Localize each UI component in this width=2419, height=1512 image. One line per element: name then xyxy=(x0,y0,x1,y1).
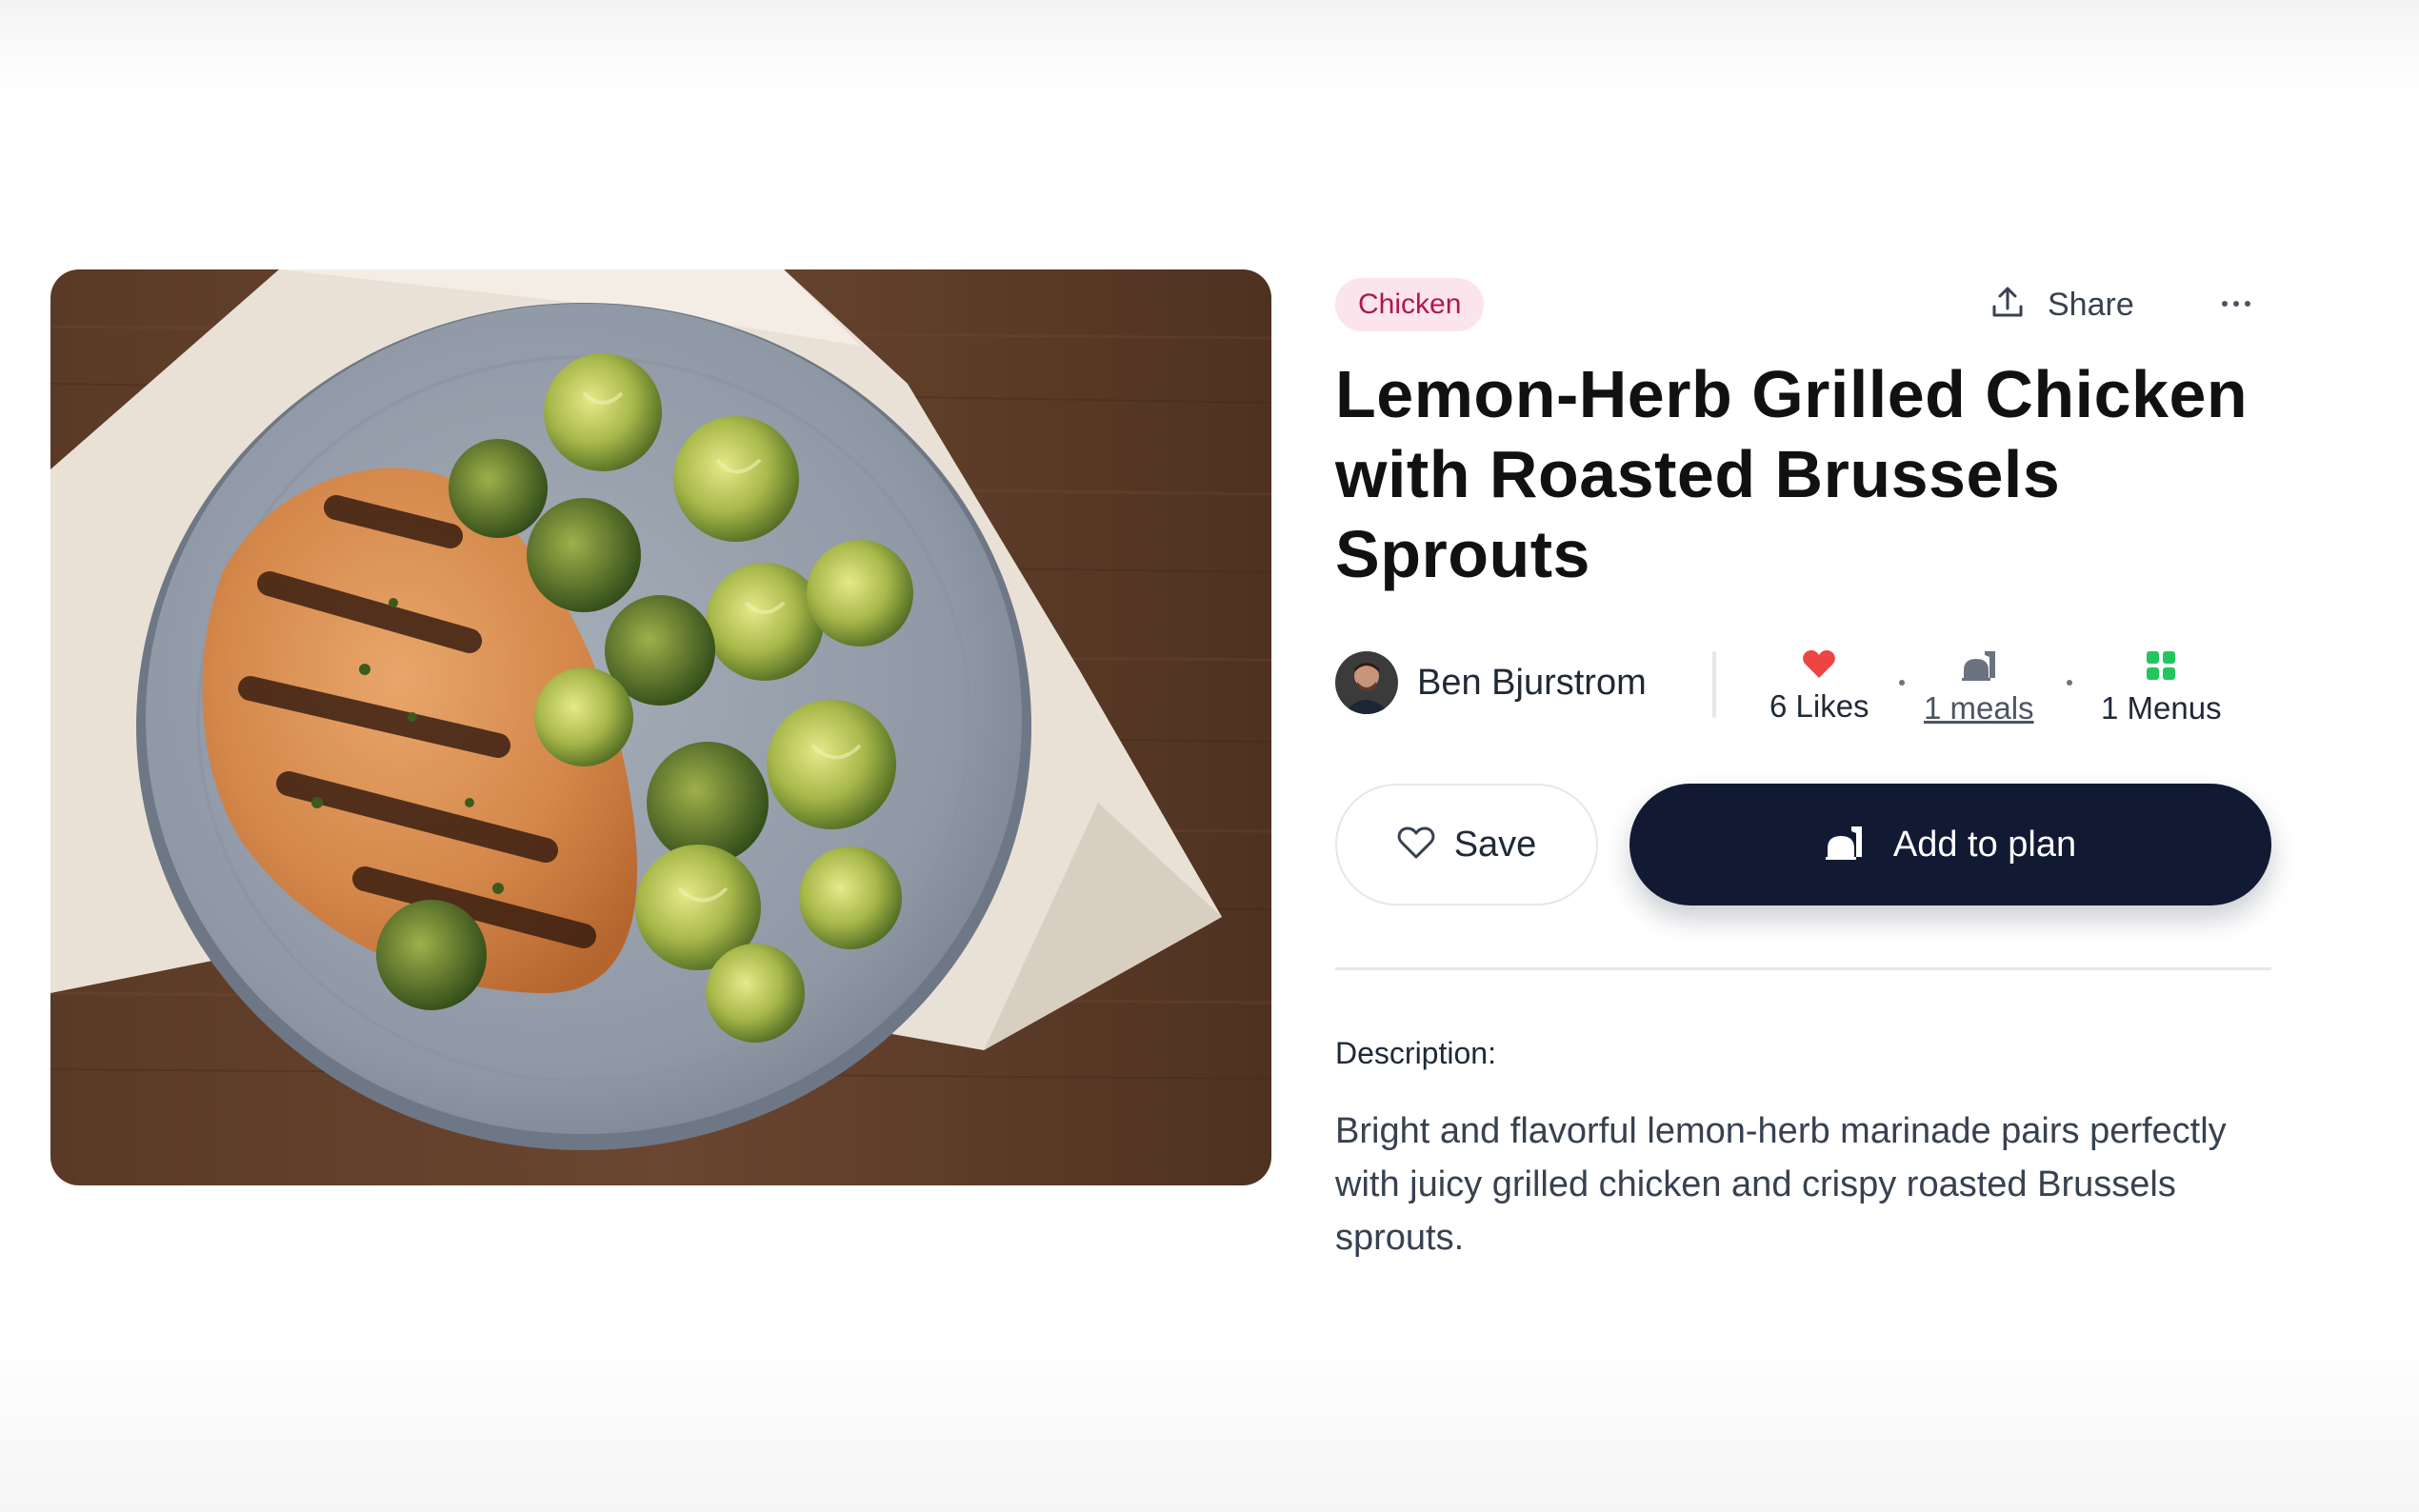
share-button[interactable]: Share xyxy=(1989,278,2134,331)
add-to-plan-button[interactable]: Add to plan xyxy=(1629,784,2271,905)
grid-icon xyxy=(2145,649,2177,686)
more-horizontal-icon xyxy=(2220,296,2252,313)
meals-count-link[interactable]: 1 meals xyxy=(1924,690,2034,726)
likes-count: 6 Likes xyxy=(1769,688,1869,724)
add-to-plan-label: Add to plan xyxy=(1892,824,2077,865)
meals-stat[interactable]: 1 meals xyxy=(1924,649,2034,726)
author-stats-divider xyxy=(1712,651,1716,718)
meal-plate-icon xyxy=(1960,649,1998,686)
stat-separator-dot xyxy=(2067,680,2072,686)
more-options-button[interactable] xyxy=(2206,278,2267,331)
page-top-band xyxy=(0,0,2419,107)
description-text: Bright and flavorful lemon-herb marinade… xyxy=(1335,1111,2227,1258)
recipe-title: Lemon-Herb Grilled Chicken with Roasted … xyxy=(1335,357,2249,591)
save-label: Save xyxy=(1453,824,1537,865)
menus-stat: 1 Menus xyxy=(2101,649,2222,726)
share-label: Share xyxy=(2048,286,2134,323)
page-bottom-band xyxy=(0,1333,2419,1512)
author-name[interactable]: Ben Bjurstrom xyxy=(1417,663,1647,704)
avatar[interactable] xyxy=(1335,651,1398,714)
category-tag[interactable]: Chicken xyxy=(1335,278,1485,331)
meal-plate-icon xyxy=(1825,824,1865,866)
description-heading: Description: xyxy=(1335,1036,1496,1070)
menus-count: 1 Menus xyxy=(2101,690,2222,726)
save-button[interactable]: Save xyxy=(1335,784,1598,905)
likes-stat: 6 Likes xyxy=(1769,649,1869,725)
recipe-image xyxy=(50,269,1271,1185)
heart-icon xyxy=(1802,649,1836,685)
author[interactable]: Ben Bjurstrom xyxy=(1335,651,1647,714)
heart-outline-icon xyxy=(1397,826,1435,865)
section-divider xyxy=(1335,967,2271,970)
stat-separator-dot xyxy=(1899,680,1905,686)
share-upload-icon xyxy=(1989,284,2027,327)
